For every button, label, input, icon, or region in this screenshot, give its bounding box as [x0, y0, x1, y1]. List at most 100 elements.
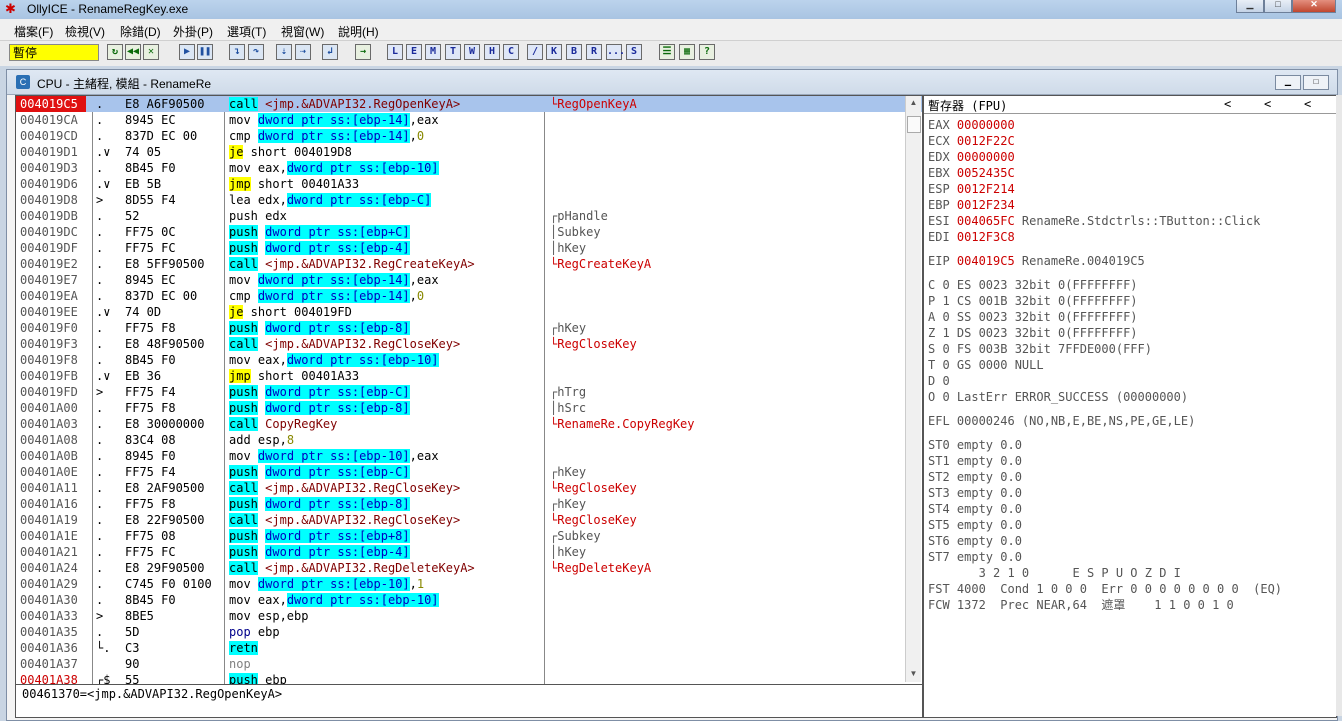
menu-file[interactable]: 檔案(F) — [14, 23, 53, 40]
register-line[interactable]: 3 2 1 0 E S P U O Z D I — [928, 565, 1181, 581]
scroll-down-icon[interactable]: ▼ — [908, 669, 919, 680]
pause-icon[interactable]: ❚❚ — [197, 44, 213, 60]
arrow-left-icon[interactable]: < — [1224, 97, 1231, 111]
step-into-icon[interactable]: ↴ — [229, 44, 245, 60]
disasm-row[interactable]: 004019E7. 8945 EC mov dword ptr ss:[ebp-14… — [16, 272, 922, 288]
register-line[interactable]: ST5 empty 0.0 — [928, 517, 1022, 533]
maximize-icon[interactable]: □ — [1303, 75, 1329, 90]
execute-till-return-icon[interactable]: ↲ — [322, 44, 338, 60]
register-line[interactable]: ST3 empty 0.0 — [928, 485, 1022, 501]
arrow-left-icon[interactable]: < — [1264, 97, 1271, 111]
registers-pane[interactable]: 暫存器 (FPU) < < < EAX 00000000 ECX 0012F22C… — [923, 95, 1337, 718]
toolbar-button-references[interactable]: R — [586, 44, 602, 60]
register-line[interactable]: A 0 SS 0023 32bit 0(FFFFFFFF) — [928, 309, 1138, 325]
disasm-row[interactable]: 00401A11. E8 2AF90500 call <jmp.&ADVAPI32.… — [16, 480, 922, 496]
disasm-row[interactable]: 004019FB .∨ EB 36 jmp short 00401A33 — [16, 368, 922, 384]
toolbar-button-handles[interactable]: H — [484, 44, 500, 60]
disasm-row[interactable]: 00401A35. 5D pop ebp — [16, 624, 922, 640]
disassembly-pane[interactable]: 004019C5. E8 A6F90500 call <jmp.&ADVAPI32.… — [15, 95, 923, 685]
trace-over-icon[interactable]: ⇢ — [295, 44, 311, 60]
toolbar-button-runtrace[interactable]: ... — [606, 44, 625, 60]
disasm-row[interactable]: 004019F8. 8B45 F0 mov eax,dword ptr ss:[eb… — [16, 352, 922, 368]
disasm-row[interactable]: 004019D1 .∨ 74 05 je short 004019D8 — [16, 144, 922, 160]
disasm-row[interactable]: 00401A08. 83C4 08 add esp,8 — [16, 432, 922, 448]
menu-help[interactable]: 說明(H) — [338, 23, 379, 40]
register-line[interactable]: EIP 004019C5 RenameRe.004019C5 — [928, 253, 1145, 269]
run-icon[interactable]: ▶ — [179, 44, 195, 60]
arrow-left-icon[interactable]: < — [1304, 97, 1311, 111]
disasm-row[interactable]: 004019FD > FF75 F4 push dword ptr ss:[ebp-C… — [16, 384, 922, 400]
register-line[interactable]: ST7 empty 0.0 — [928, 549, 1022, 565]
disasm-row[interactable]: 00401A00. FF75 F8 push dword ptr ss:[ebp-8… — [16, 400, 922, 416]
disasm-row[interactable]: 00401A1E. FF75 08 push dword ptr ss:[ebp+8… — [16, 528, 922, 544]
scrollbar-thumb[interactable] — [907, 116, 921, 133]
register-line[interactable]: O 0 LastErr ERROR_SUCCESS (00000000) — [928, 389, 1188, 405]
disassembly-scrollbar[interactable]: ▲ ▼ — [905, 96, 921, 682]
disasm-row[interactable]: 00401A37 90 nop — [16, 656, 922, 672]
open-icon[interactable]: ↻ — [107, 44, 123, 60]
register-line[interactable]: ST6 empty 0.0 — [928, 533, 1022, 549]
step-over-icon[interactable]: ↷ — [248, 44, 264, 60]
list-icon[interactable]: ☰ — [659, 44, 675, 60]
register-line[interactable]: ST1 empty 0.0 — [928, 453, 1022, 469]
register-line[interactable]: EAX 00000000 — [928, 117, 1015, 133]
disasm-row[interactable]: 00401A30. 8B45 F0 mov eax,dword ptr ss:[eb… — [16, 592, 922, 608]
register-line[interactable]: EFL 00000246 (NO,NB,E,BE,NS,PE,GE,LE) — [928, 413, 1195, 429]
register-line[interactable]: EBX 0052435C — [928, 165, 1015, 181]
disasm-row[interactable]: 00401A03. E8 30000000 call CopyRegKey └Rena… — [16, 416, 922, 432]
register-line[interactable]: ESP 0012F214 — [928, 181, 1015, 197]
disasm-row[interactable]: 00401A33 >8BE5 mov esp,ebp — [16, 608, 922, 624]
disasm-row[interactable]: 004019E2. E8 5FF90500 call <jmp.&ADVAPI32.… — [16, 256, 922, 272]
disasm-row[interactable]: 00401A24. E8 29F90500 call <jmp.&ADVAPI32.… — [16, 560, 922, 576]
restart-icon[interactable]: ◀◀ — [125, 44, 141, 60]
disasm-row[interactable]: 00401A0E. FF75 F4 push dword ptr ss:[ebp-C… — [16, 464, 922, 480]
toolbar-button-breakpoints[interactable]: B — [566, 44, 582, 60]
register-line[interactable]: S 0 FS 003B 32bit 7FFDE000(FFF) — [928, 341, 1152, 357]
minimize-icon[interactable]: ▁ — [1275, 75, 1301, 90]
disasm-row[interactable]: 004019CD. 837D EC 00 cmp dword ptr ss:[ebp… — [16, 128, 922, 144]
scroll-up-icon[interactable]: ▲ — [908, 98, 919, 109]
toolbar-button-patches[interactable]: / — [527, 44, 543, 60]
register-line[interactable]: ST0 empty 0.0 — [928, 437, 1022, 453]
maximize-icon[interactable]: □ — [1264, 0, 1292, 13]
disasm-row[interactable]: 00401A36 └. C3 retn — [16, 640, 922, 656]
disasm-row[interactable]: 004019EA. 837D EC 00 cmp dword ptr ss:[ebp… — [16, 288, 922, 304]
menu-window[interactable]: 視窗(W) — [281, 23, 324, 40]
toolbar-button-source[interactable]: S — [626, 44, 642, 60]
disasm-row[interactable]: 004019D3. 8B45 F0 mov eax,dword ptr ss:[eb… — [16, 160, 922, 176]
toolbar-button-threads[interactable]: T — [445, 44, 461, 60]
menu-plugins[interactable]: 外掛(P) — [173, 23, 213, 40]
menu-options[interactable]: 選項(T) — [227, 23, 266, 40]
minimize-icon[interactable]: ▁ — [1236, 0, 1264, 13]
disasm-row[interactable]: 00401A0B. 8945 F0 mov dword ptr ss:[ebp-10… — [16, 448, 922, 464]
disasm-row[interactable]: 004019C5. E8 A6F90500 call <jmp.&ADVAPI32.… — [16, 96, 922, 112]
register-line[interactable]: D 0 — [928, 373, 957, 389]
register-line[interactable]: FCW 1372 Prec NEAR,64 遮罩 1 1 0 0 1 0 — [928, 597, 1234, 613]
register-line[interactable]: Z 1 DS 0023 32bit 0(FFFFFFFF) — [928, 325, 1138, 341]
menu-debug[interactable]: 除錯(D) — [120, 23, 161, 40]
close-icon[interactable]: ✕ — [1292, 0, 1336, 13]
toolbar-button-callstack[interactable]: K — [546, 44, 562, 60]
register-line[interactable]: C 0 ES 0023 32bit 0(FFFFFFFF) — [928, 277, 1138, 293]
menu-view[interactable]: 檢視(V) — [65, 23, 105, 40]
grid-icon[interactable]: ▦ — [679, 44, 695, 60]
close-process-icon[interactable]: ✕ — [143, 44, 159, 60]
register-line[interactable]: P 1 CS 001B 32bit 0(FFFFFFFF) — [928, 293, 1138, 309]
register-line[interactable]: EDX 00000000 — [928, 149, 1015, 165]
disasm-row[interactable]: 004019F3. E8 48F90500 call <jmp.&ADVAPI32.… — [16, 336, 922, 352]
register-line[interactable]: ECX 0012F22C — [928, 133, 1015, 149]
trace-into-icon[interactable]: ⇣ — [276, 44, 292, 60]
disasm-row[interactable]: 00401A29. C745 F0 0100 mov dword ptr ss:[e… — [16, 576, 922, 592]
disasm-row[interactable]: 00401A16. FF75 F8 push dword ptr ss:[ebp-8… — [16, 496, 922, 512]
disasm-row[interactable]: 004019D6 .∨ EB 5B jmp short 00401A33 — [16, 176, 922, 192]
register-line[interactable]: FST 4000 Cond 1 0 0 0 Err 0 0 0 0 0 0 0 … — [928, 581, 1282, 597]
disasm-row[interactable]: 00401A21. FF75 FC push dword ptr ss:[ebp-4… — [16, 544, 922, 560]
toolbar-button-log[interactable]: L — [387, 44, 403, 60]
disasm-row[interactable]: 004019DF. FF75 FC push dword ptr ss:[ebp-4… — [16, 240, 922, 256]
toolbar-button-executables[interactable]: E — [406, 44, 422, 60]
register-line[interactable]: T 0 GS 0000 NULL — [928, 357, 1044, 373]
disasm-row[interactable]: 00401A19. E8 22F90500 call <jmp.&ADVAPI32.… — [16, 512, 922, 528]
register-line[interactable]: EBP 0012F234 — [928, 197, 1015, 213]
register-line[interactable]: ST4 empty 0.0 — [928, 501, 1022, 517]
disasm-row[interactable]: 004019EE .∨ 74 0D je short 004019FD — [16, 304, 922, 320]
